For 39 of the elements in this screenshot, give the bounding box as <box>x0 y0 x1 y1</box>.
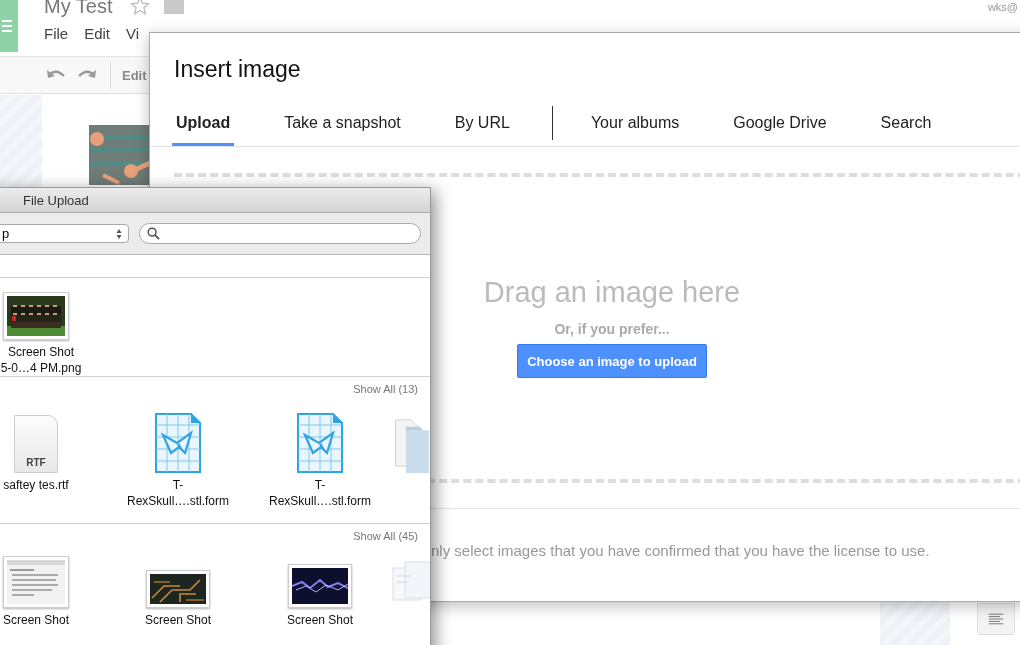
location-dropdown[interactable]: p <box>0 224 129 243</box>
dialog-title: Insert image <box>173 55 301 83</box>
page-preview <box>880 602 950 645</box>
show-all-link[interactable]: Show All (45) <box>353 530 418 542</box>
thumbnail-frame[interactable] <box>3 292 69 340</box>
file-name[interactable]: Screen Shot <box>2 612 69 628</box>
grid-file-icon[interactable] <box>155 413 201 473</box>
search-icon <box>147 227 160 240</box>
tab[interactable]: Your albums <box>586 99 684 146</box>
menu-item[interactable]: File <box>44 25 69 42</box>
file-name[interactable]: Screen Shot <box>286 612 353 628</box>
drop-heading: Drag an image here <box>483 275 741 309</box>
thumbnail-frame[interactable] <box>288 564 352 608</box>
tab[interactable]: Search <box>876 99 936 146</box>
thumbnail-frame[interactable] <box>146 570 210 608</box>
menu-item[interactable]: Vi <box>126 25 140 42</box>
menu-icon[interactable] <box>0 0 18 52</box>
file-name[interactable]: saftey tes.rtf <box>3 477 69 493</box>
align-button[interactable] <box>977 603 1015 635</box>
search-field[interactable] <box>139 223 421 244</box>
window-title: File Upload <box>23 192 89 208</box>
license-notice: nly select images that you have confirmed that you have the license to use. <box>431 542 930 559</box>
thumbnail-frame[interactable] <box>3 556 69 608</box>
tab[interactable]: By URL <box>450 99 514 146</box>
file-name[interactable]: Screen Shot <box>144 612 211 628</box>
menu-item[interactable]: Edit <box>84 25 111 42</box>
tab[interactable]: Google Drive <box>729 99 831 146</box>
star-icon[interactable] <box>130 0 150 16</box>
tab[interactable]: Take a snapshot <box>280 99 405 146</box>
align-left-icon <box>988 613 1004 625</box>
file-name[interactable]: Screen Shot 5-0…4 PM.png <box>0 344 82 376</box>
document-title: My Test <box>44 0 113 18</box>
up-down-arrows-icon <box>116 227 122 240</box>
account-name: wks@ <box>987 0 1018 14</box>
tab[interactable]: Upload <box>172 99 235 146</box>
document-icon[interactable]: RTF <box>14 415 58 473</box>
drop-subtext: Or, if you prefer... <box>554 321 670 337</box>
grid-file-icon[interactable] <box>297 413 343 473</box>
show-all-link[interactable]: Show All (13) <box>353 383 418 395</box>
